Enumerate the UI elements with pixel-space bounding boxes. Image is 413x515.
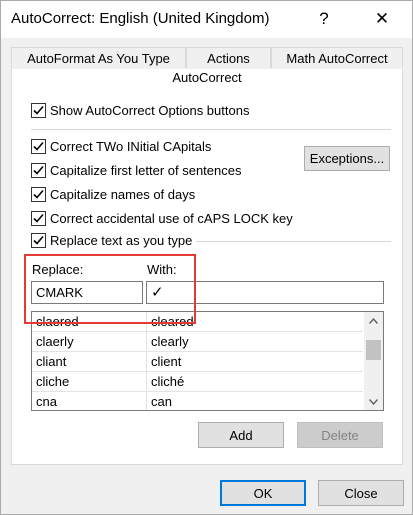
checkbox-box [31, 211, 46, 226]
scrollbar-thumb[interactable] [366, 340, 381, 360]
checkmark-icon [33, 189, 44, 199]
close-window-button[interactable]: ✕ [365, 5, 399, 33]
entry-replace: cliant [36, 354, 67, 369]
add-button[interactable]: Add [198, 422, 284, 448]
checkbox-label: Replace text as you type [50, 233, 193, 248]
close-button[interactable]: Close [318, 480, 404, 506]
autocorrect-entries-list[interactable]: claered cleared claerly clearly cliant c… [31, 311, 384, 411]
entry-replace: cna [36, 394, 57, 409]
vertical-scrollbar[interactable] [364, 312, 383, 410]
entry-with: clearly [151, 334, 189, 349]
tab-strip: AutoFormat As You Type Actions Math Auto… [11, 47, 403, 69]
checkbox-label: Correct TWo INitial CApitals [50, 139, 212, 154]
checkbox-box [31, 103, 46, 118]
help-button[interactable]: ? [307, 5, 341, 33]
window-title: AutoCorrect: English (United Kingdom) [11, 10, 270, 27]
checkbox-label: Capitalize names of days [50, 187, 196, 202]
list-item[interactable]: claerly clearly [32, 332, 363, 352]
capitalize-sentences-checkbox[interactable]: Capitalize first letter of sentences [31, 163, 241, 178]
capitalize-days-checkbox[interactable]: Capitalize names of days [31, 187, 195, 202]
autocorrect-dialog: AutoCorrect: English (United Kingdom) ? … [0, 0, 413, 515]
entry-with: cleared [151, 314, 194, 329]
scroll-up-arrow-icon[interactable] [364, 312, 383, 329]
divider [31, 129, 391, 130]
checkmark-icon [33, 235, 44, 245]
with-input[interactable]: ✓ [146, 281, 384, 304]
replace-text-checkbox[interactable]: Replace text as you type [31, 233, 197, 248]
scroll-down-arrow-icon[interactable] [364, 393, 383, 410]
checkbox-label: Capitalize first letter of sentences [50, 163, 242, 178]
entry-with: client [151, 354, 182, 369]
checkbox-label: Show AutoCorrect Options buttons [50, 103, 250, 118]
two-initial-caps-checkbox[interactable]: Correct TWo INitial CApitals [31, 139, 211, 154]
exceptions-button[interactable]: Exceptions... [304, 146, 390, 171]
title-bar: AutoCorrect: English (United Kingdom) ? … [1, 1, 412, 38]
checkbox-box [31, 233, 46, 248]
checkmark-icon [33, 105, 44, 115]
tab-actions[interactable]: Actions [186, 47, 271, 68]
tab-autoformat-as-you-type[interactable]: AutoFormat As You Type [11, 47, 186, 68]
tab-autocorrect[interactable]: AutoCorrect [11, 69, 403, 89]
checkmark-icon [33, 213, 44, 223]
entry-with: cliché [151, 374, 185, 389]
checkbox-box [31, 163, 46, 178]
ok-button[interactable]: OK [220, 480, 306, 506]
entry-replace: cliche [36, 374, 70, 389]
checkmark-icon [33, 141, 44, 151]
checkbox-box [31, 187, 46, 202]
checkbox-label: Correct accidental use of cAPS LOCK key [50, 211, 293, 226]
entry-replace: claerly [36, 334, 74, 349]
replace-input[interactable]: CMARK [31, 281, 143, 304]
caps-lock-checkbox[interactable]: Correct accidental use of cAPS LOCK key [31, 211, 293, 226]
delete-button[interactable]: Delete [297, 422, 383, 448]
list-item[interactable]: cna can [32, 392, 363, 410]
checkbox-box [31, 139, 46, 154]
with-label: With: [147, 262, 177, 277]
entry-with: can [151, 394, 172, 409]
tab-math-autocorrect[interactable]: Math AutoCorrect [271, 47, 403, 68]
entry-replace: claered [36, 314, 79, 329]
list-item[interactable]: cliant client [32, 352, 363, 372]
list-item[interactable]: cliche cliché [32, 372, 363, 392]
column-divider [146, 312, 147, 410]
replace-label: Replace: [32, 262, 84, 277]
show-autocorrect-buttons-checkbox[interactable]: Show AutoCorrect Options buttons [31, 103, 249, 118]
list-item[interactable]: claered cleared [32, 312, 363, 332]
checkmark-icon [33, 165, 44, 175]
